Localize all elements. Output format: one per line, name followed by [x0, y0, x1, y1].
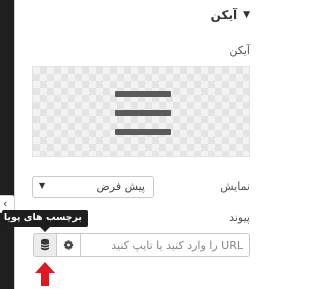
link-field-label: پیوند [229, 211, 250, 224]
display-field-label: نمایش [220, 180, 250, 193]
database-icon [40, 238, 50, 251]
chevron-down-icon: ▼ [39, 181, 46, 190]
dynamic-tags-tooltip: برچسب های پویا [2, 210, 88, 227]
tooltip-text: برچسب های پویا [3, 212, 82, 223]
panel-divider [14, 0, 15, 289]
chevron-left-icon: ‹ [3, 197, 8, 210]
display-select[interactable]: پیش فرض ▼ [32, 176, 154, 198]
display-select-value: پیش فرض [96, 180, 145, 193]
gear-icon [63, 240, 74, 250]
editor-side-strip [0, 0, 14, 289]
icon-field-label: آیکن [229, 44, 250, 57]
tooltip-arrow [40, 227, 50, 232]
dynamic-tags-button[interactable] [33, 233, 57, 257]
icon-preview[interactable] [32, 66, 250, 157]
hamburger-menu-icon [115, 91, 171, 135]
link-settings-button[interactable] [57, 233, 81, 257]
red-arrow-up-icon [35, 262, 55, 286]
link-url-input[interactable] [81, 233, 250, 257]
section-title: آیکن [210, 8, 238, 22]
caret-down-icon: ▼ [243, 10, 250, 20]
section-header[interactable]: ▼ آیکن [211, 8, 250, 22]
